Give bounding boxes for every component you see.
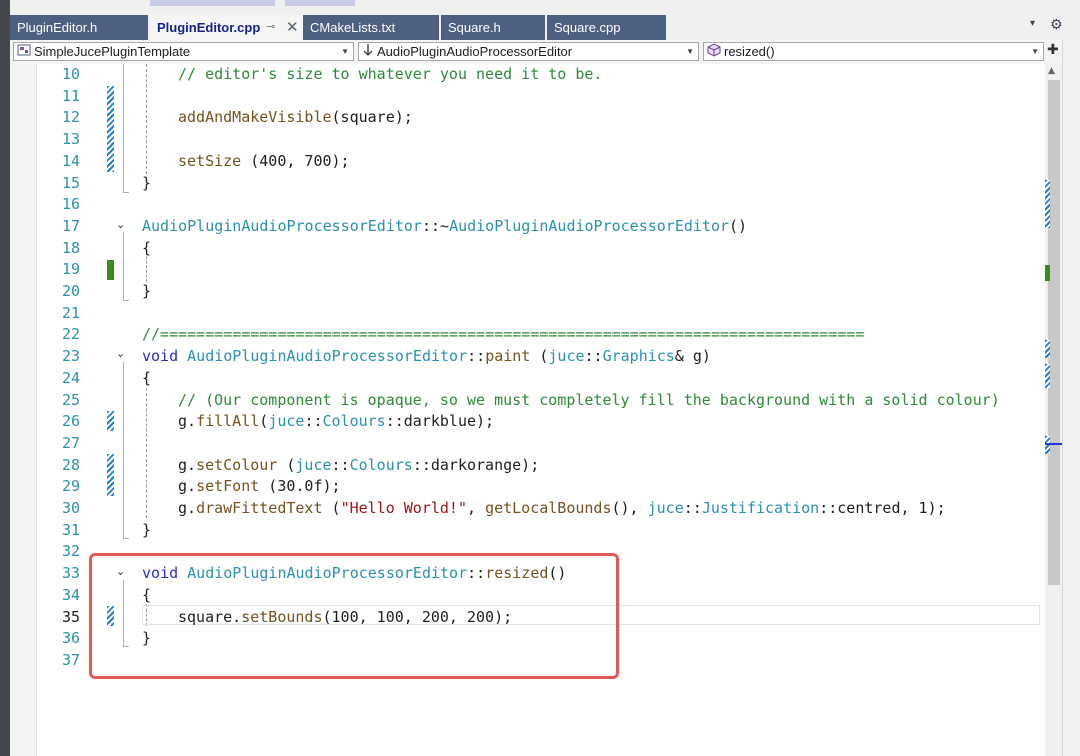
split-window-icon[interactable]: ✚ (1047, 42, 1059, 58)
code-line[interactable]: addAndMakeVisible(square); (178, 107, 413, 129)
line-number: 31 (61, 520, 80, 539)
code-line[interactable]: { (142, 238, 151, 260)
code-line[interactable]: g.drawFittedText ("Hello World!", getLoc… (178, 498, 946, 520)
gear-icon[interactable]: ⚙ (1050, 17, 1063, 33)
method-cube-icon (707, 43, 721, 60)
line-number-current: 35 (61, 607, 80, 626)
line-number: 20 (61, 282, 80, 300)
code-line[interactable]: { (142, 368, 151, 390)
pin-tab-icon[interactable]: ⊸ (266, 15, 275, 40)
outline-line (123, 362, 124, 538)
tab-label: CMakeLists.txt (310, 20, 396, 35)
tab-cmakelists-txt[interactable]: CMakeLists.txt (303, 15, 439, 40)
change-bar-saved (107, 86, 114, 172)
line-number: 19 (61, 260, 80, 279)
line-number: 34 (61, 585, 80, 604)
line-number: 21 (61, 303, 80, 322)
collapse-chevron-icon[interactable]: ⌄ (116, 218, 125, 231)
code-line[interactable]: } (142, 173, 151, 195)
code-line[interactable]: // editor's size to whatever you need it… (178, 64, 602, 86)
line-number: 22 (61, 325, 80, 344)
outline-line (123, 64, 124, 192)
code-line[interactable]: } (142, 520, 151, 542)
line-number: 23 (61, 347, 80, 366)
arrow-down-icon (362, 43, 374, 60)
change-bar-unsaved (107, 260, 114, 280)
tab-label: PluginEditor.cpp (157, 20, 261, 35)
tab-list-dropdown-icon[interactable]: ▾ (1030, 18, 1035, 29)
chevron-down-icon: ▼ (686, 47, 694, 56)
tab-label: Square.h (448, 20, 501, 35)
code-line[interactable]: AudioPluginAudioProcessorEditor::~AudioP… (142, 216, 747, 238)
code-line[interactable]: //======================================… (142, 324, 864, 346)
line-number: 25 (61, 390, 80, 409)
line-number: 32 (61, 542, 80, 561)
code-line[interactable]: // (Our component is opaque, so we must … (178, 390, 1000, 412)
line-number: 13 (61, 130, 80, 149)
scope-dropdown-label: AudioPluginAudioProcessorEditor (377, 44, 573, 59)
scrollbar-change-marker (1045, 265, 1050, 281)
collapse-chevron-icon[interactable]: ⌄ (116, 347, 125, 360)
left-window-frame (0, 0, 10, 756)
project-dropdown-label: SimpleJucePluginTemplate (34, 44, 191, 59)
tab-label: PluginEditor.h (17, 20, 98, 35)
line-number: 10 (61, 65, 80, 83)
change-bar-saved (107, 454, 114, 496)
tab-square-h[interactable]: Square.h (441, 15, 545, 40)
line-number: 24 (61, 368, 80, 387)
line-number: 17 (61, 216, 80, 235)
change-bar-saved (107, 411, 114, 431)
chevron-down-icon: ▼ (1031, 47, 1039, 56)
indent-guide (146, 256, 147, 282)
line-number: 36 (61, 629, 80, 648)
code-line[interactable]: void AudioPluginAudioProcessorEditor::pa… (142, 346, 711, 368)
scrollbar-change-marker (1045, 340, 1050, 358)
line-number: 15 (61, 173, 80, 192)
outline-end (123, 300, 129, 301)
code-line[interactable]: g.fillAll(juce::Colours::darkblue); (178, 411, 494, 433)
outline-end (123, 192, 129, 193)
code-line[interactable]: g.setFont (30.0f); (178, 476, 341, 498)
line-number: 30 (61, 499, 80, 517)
scroll-up-arrow-icon[interactable]: ▲ (1048, 66, 1055, 76)
scrollbar-change-marker (1045, 180, 1050, 228)
line-number: 26 (61, 412, 80, 431)
scrollbar-thumb[interactable] (1048, 80, 1060, 585)
line-number: 27 (61, 433, 80, 452)
outline-end (123, 538, 129, 539)
tab-plugineditor-h[interactable]: PluginEditor.h (10, 15, 148, 40)
indicator-margin (10, 64, 37, 756)
scrollbar-change-marker (1045, 436, 1050, 454)
line-number: 11 (61, 86, 80, 105)
line-number: 33 (61, 564, 80, 583)
scope-dropdown[interactable]: AudioPluginAudioProcessorEditor ▼ (358, 42, 699, 61)
line-number: 14 (61, 151, 80, 170)
indent-guide (146, 64, 147, 174)
outline-line (123, 232, 124, 300)
code-line[interactable]: } (142, 281, 151, 303)
line-number: 18 (61, 238, 80, 257)
member-dropdown[interactable]: resized() ▼ (703, 42, 1044, 61)
tab-plugineditor-cpp[interactable]: PluginEditor.cpp ⊸ ✕ (150, 15, 305, 40)
side-panel-strip (1062, 40, 1080, 756)
tab-strip-top-strip (150, 0, 275, 6)
line-number: 37 (61, 650, 80, 669)
indent-guide (146, 388, 147, 518)
close-tab-icon[interactable]: ✕ (286, 15, 299, 40)
project-dropdown[interactable]: SimpleJucePluginTemplate ▼ (13, 42, 354, 61)
tab-square-cpp[interactable]: Square.cpp (547, 15, 666, 40)
highlight-annotation-box (89, 553, 619, 679)
project-icon (17, 43, 31, 60)
line-number: 16 (61, 195, 80, 214)
member-dropdown-label: resized() (724, 44, 775, 59)
chevron-down-icon: ▼ (341, 47, 349, 56)
tab-label: Square.cpp (554, 20, 621, 35)
line-number: 12 (61, 108, 80, 127)
line-number: 28 (61, 455, 80, 474)
line-number: 29 (61, 477, 80, 496)
code-line[interactable]: g.setColour (juce::Colours::darkorange); (178, 455, 539, 477)
code-line[interactable]: setSize (400, 700); (178, 151, 350, 173)
scrollbar-change-marker (1045, 364, 1050, 388)
tab-strip-top-strip (285, 0, 355, 6)
